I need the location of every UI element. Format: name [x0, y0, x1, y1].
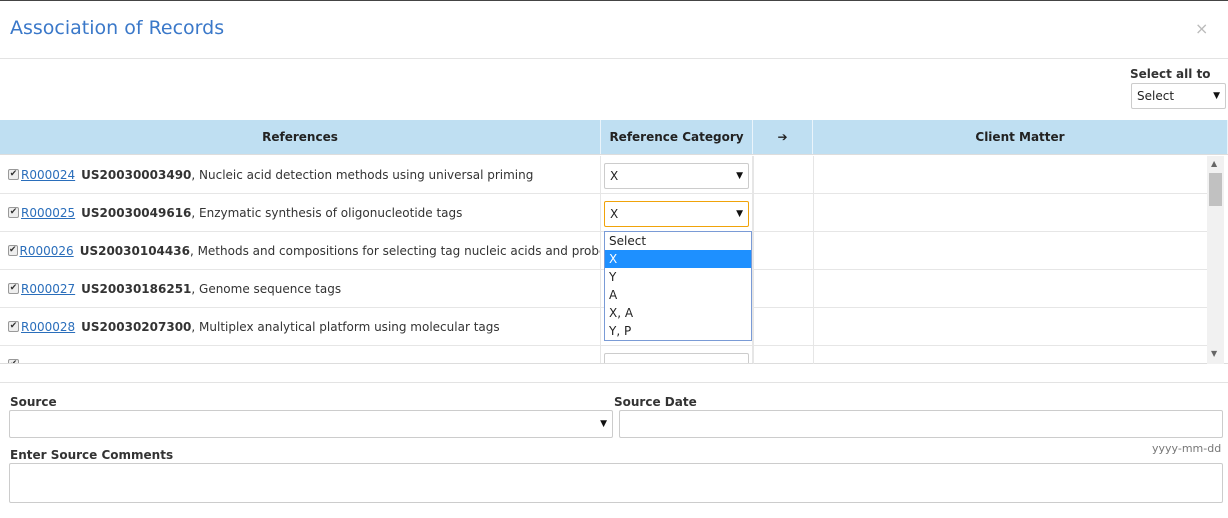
reference-title: , Enzymatic synthesis of oligonucleotide… — [191, 205, 463, 220]
date-format-hint: yyyy-mm-dd — [1152, 442, 1222, 455]
reference-link[interactable]: R000024 — [21, 168, 75, 182]
dropdown-option[interactable]: X — [605, 250, 751, 268]
select-all-label: Select all to — [1130, 67, 1211, 81]
divider — [0, 382, 1228, 383]
checkbox-checked-icon[interactable]: ✔ — [8, 169, 19, 180]
patent-number: US20030049616 — [81, 205, 192, 220]
caret-down-icon: ▼ — [600, 419, 607, 429]
category-cell: X ▼ — [601, 194, 753, 231]
caret-down-icon: ▼ — [736, 171, 743, 181]
reference-link[interactable]: R000026 — [20, 244, 74, 258]
divider — [753, 156, 754, 364]
dropdown-option[interactable]: A — [605, 286, 751, 304]
divider — [0, 58, 1228, 59]
reference-cell: ✔ R000025 US20030049616, Enzymatic synthes… — [0, 194, 601, 231]
source-dropdown[interactable]: ▼ — [9, 410, 613, 438]
category-dropdown-list[interactable]: Select X Y A X, A Y, P — [604, 231, 752, 341]
patent-number: US20030104436 — [79, 243, 190, 258]
checkbox-checked-icon[interactable]: ✔ — [8, 245, 18, 256]
reference-link[interactable]: R000027 — [21, 282, 75, 296]
category-value: X — [610, 207, 619, 221]
reference-cell: ✔ R000027 US20030186251, Genome sequence t… — [0, 270, 601, 307]
dropdown-option[interactable]: Y, P — [605, 322, 751, 340]
reference-category-select[interactable] — [604, 353, 749, 363]
reference-cell: ✔ — [0, 346, 601, 363]
header-arrow-icon: ➔ — [753, 120, 813, 154]
scrollbar-thumb[interactable] — [1209, 173, 1222, 206]
dropdown-option[interactable]: Select — [605, 232, 751, 250]
select-all-value: Select — [1137, 89, 1175, 103]
reference-title: , Nucleic acid detection methods using u… — [191, 167, 534, 182]
comments-textarea[interactable] — [9, 463, 1223, 503]
patent-number: US20030003490 — [81, 167, 192, 182]
category-value: X — [610, 169, 619, 183]
reference-title: , Multiplex analytical platform using mo… — [191, 319, 500, 334]
caret-down-icon: ▼ — [1213, 91, 1220, 101]
category-cell: X ▼ — [601, 156, 753, 193]
header-references: References — [0, 120, 601, 154]
dropdown-option[interactable]: Y — [605, 268, 751, 286]
checkbox-checked-icon[interactable]: ✔ — [8, 321, 19, 332]
checkbox-checked-icon[interactable]: ✔ — [8, 359, 19, 363]
patent-number: US20030207300 — [81, 319, 192, 334]
caret-down-icon: ▼ — [736, 209, 743, 219]
source-label: Source — [10, 395, 57, 409]
table-row: ✔ — [0, 346, 1207, 363]
checkbox-checked-icon[interactable]: ✔ — [8, 207, 19, 218]
header-client-matter: Client Matter — [813, 120, 1228, 154]
select-all-dropdown[interactable]: Select ▼ — [1131, 83, 1226, 109]
reference-category-select[interactable]: X ▼ — [604, 201, 749, 227]
table-row: ✔ R000025 US20030049616, Enzymatic synthes… — [0, 194, 1207, 232]
checkbox-checked-icon[interactable]: ✔ — [8, 283, 19, 294]
reference-title: , Genome sequence tags — [191, 281, 342, 296]
category-cell — [601, 346, 753, 363]
divider — [813, 156, 814, 364]
modal-title: Association of Records — [10, 17, 225, 39]
comments-label: Enter Source Comments — [10, 448, 174, 462]
reference-cell: ✔ R000026 US20030104436, Methods and compo… — [0, 232, 601, 269]
header-reference-category: Reference Category — [601, 120, 753, 154]
scroll-up-icon[interactable]: ▲ — [1211, 159, 1217, 168]
reference-category-select[interactable]: X ▼ — [604, 163, 749, 189]
reference-link[interactable]: R000028 — [21, 320, 75, 334]
table-row: ✔ R000024 US20030003490, Nucleic acid dete… — [0, 156, 1207, 194]
reference-link[interactable]: R000025 — [21, 206, 75, 220]
source-date-label: Source Date — [614, 395, 697, 409]
reference-cell: ✔ R000024 US20030003490, Nucleic acid dete… — [0, 156, 601, 193]
dropdown-option[interactable]: X, A — [605, 304, 751, 322]
close-icon[interactable]: × — [1195, 19, 1208, 38]
reference-title: , Methods and compositions for selecting… — [189, 243, 600, 258]
source-date-input[interactable] — [619, 410, 1223, 438]
patent-number: US20030186251 — [81, 281, 192, 296]
scroll-down-icon[interactable]: ▼ — [1211, 349, 1217, 358]
reference-cell: ✔ R000028 US20030207300, Multiplex analyti… — [0, 308, 601, 345]
table-header: References Reference Category ➔ Client M… — [0, 120, 1228, 155]
